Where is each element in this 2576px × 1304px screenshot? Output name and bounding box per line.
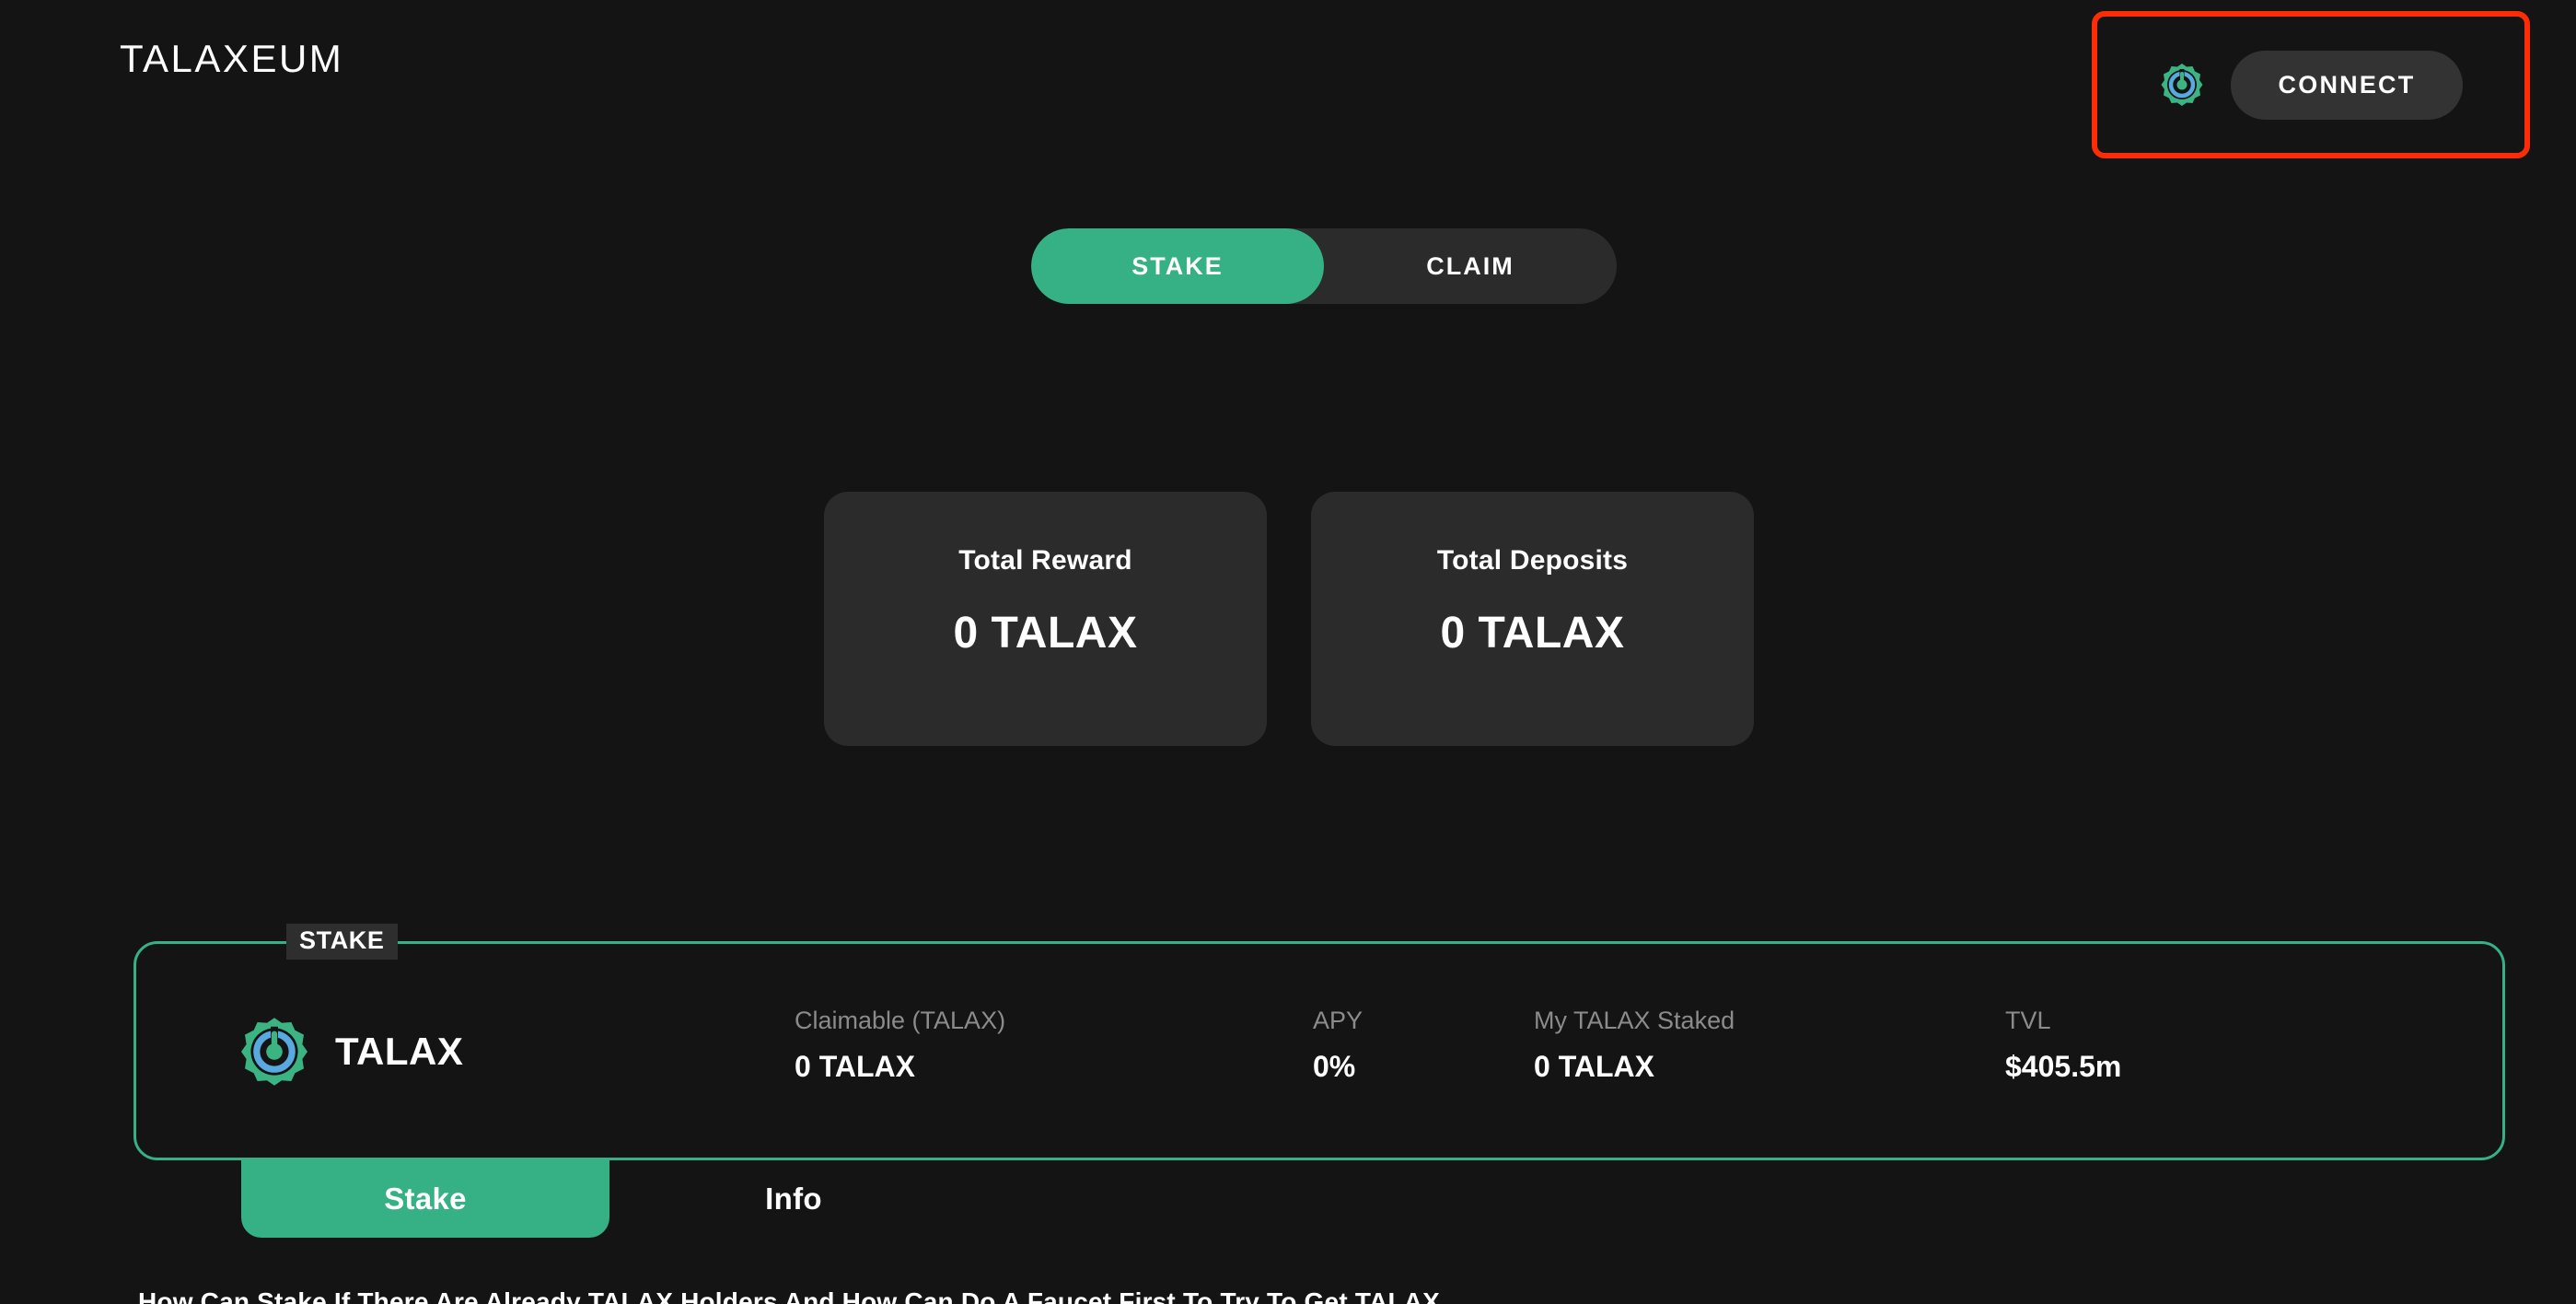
- stat-card-label: Total Deposits: [1436, 545, 1629, 576]
- mode-switch: STAKE CLAIM: [1031, 228, 1617, 304]
- metric-apy: APY 0%: [1313, 1007, 1363, 1084]
- metric-value: 0 TALAX: [1534, 1050, 1654, 1083]
- metric-label: Claimable (TALAX): [795, 1007, 1006, 1034]
- brand-logo-text: TALAXEUM: [120, 37, 344, 80]
- metric-my-talax-staked: My TALAX Staked 0 TALAX: [1534, 1007, 1735, 1084]
- summary-stat-cards: Total Reward 0 TALAX Total Deposits 0 TA…: [824, 492, 1754, 746]
- tab-stake-mode[interactable]: STAKE: [1031, 228, 1324, 304]
- tab-info-detail[interactable]: Info: [609, 1160, 978, 1238]
- tab-claim-mode[interactable]: CLAIM: [1324, 228, 1617, 304]
- metric-value: 0 TALAX: [795, 1050, 915, 1083]
- metric-label: TVL: [2005, 1007, 2051, 1034]
- stat-card-value: 0 TALAX: [1440, 609, 1625, 658]
- pool-description-text: How Can Stake If There Are Already TALAX…: [138, 1287, 1441, 1304]
- talax-token-icon: [241, 1018, 307, 1086]
- metric-value: $405.5m: [2005, 1050, 2122, 1083]
- metric-label: APY: [1313, 1007, 1363, 1034]
- connect-wallet-button[interactable]: CONNECT: [2230, 50, 2464, 120]
- pool-detail-tabs: Stake Info: [241, 1160, 978, 1238]
- metric-tvl: TVL $405.5m: [2005, 1007, 2121, 1084]
- stake-pool-panel: STAKE TALAX Claimable (TALAX) 0 TALAX AP…: [133, 924, 2505, 1160]
- stake-panel-legend: STAKE: [286, 924, 398, 960]
- stat-card-total-reward: Total Reward 0 TALAX: [824, 492, 1267, 746]
- talax-token-icon: [2161, 64, 2203, 106]
- metric-label: My TALAX Staked: [1534, 1007, 1735, 1034]
- stat-card-value: 0 TALAX: [953, 609, 1138, 658]
- tab-stake-detail[interactable]: Stake: [241, 1160, 609, 1238]
- stat-card-label: Total Reward: [958, 545, 1132, 576]
- stat-card-total-deposits: Total Deposits 0 TALAX: [1311, 492, 1754, 746]
- app-header: TALAXEUM CONNECT: [0, 0, 2576, 166]
- wallet-connect-highlight-region: CONNECT: [2092, 11, 2530, 158]
- pool-token-cell: TALAX: [238, 1015, 463, 1089]
- metric-value: 0%: [1313, 1050, 1356, 1083]
- pool-token-name: TALAX: [335, 1030, 464, 1073]
- metric-claimable: Claimable (TALAX) 0 TALAX: [795, 1007, 1005, 1084]
